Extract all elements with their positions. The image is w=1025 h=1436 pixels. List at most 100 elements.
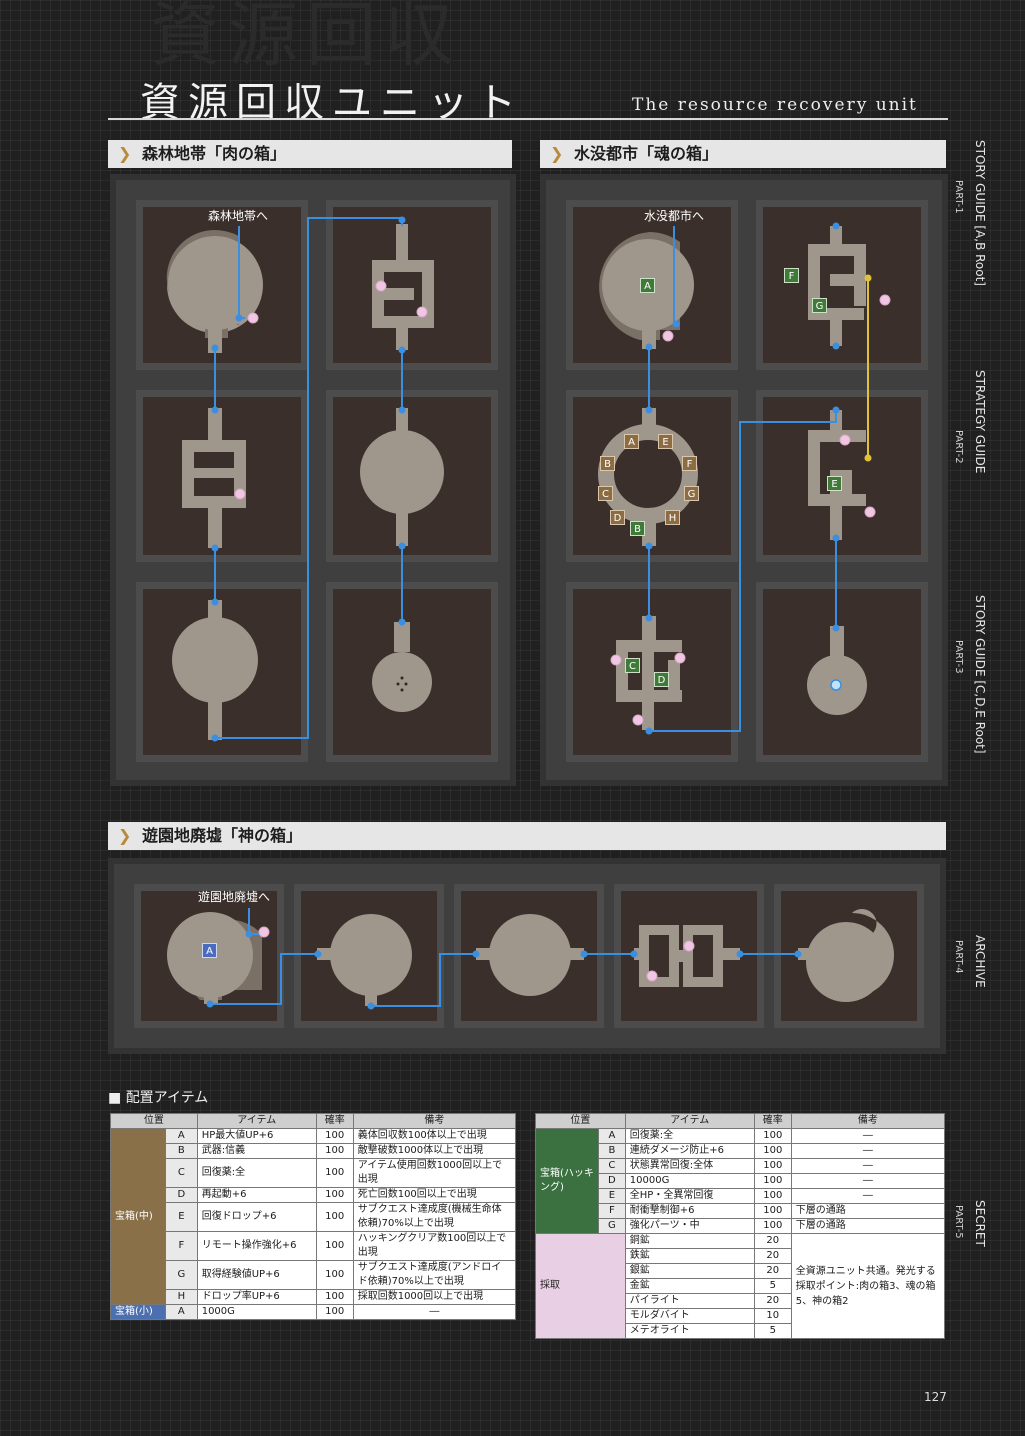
map-room: [136, 200, 308, 370]
table-row: H ドロップ率UP+6 100 採取回数1000回以上で出現: [111, 1290, 516, 1305]
row-item: モルダバイト: [625, 1309, 754, 1324]
side-index-item-1[interactable]: STORY GUIDE [A,B Root]: [973, 140, 987, 286]
chest-marker-f[interactable]: F: [682, 456, 697, 471]
row-item: 連続ダメージ防止+6: [625, 1144, 754, 1159]
side-index-sub-3: PART-3: [953, 640, 964, 674]
forest-entry-label: 森林地帯へ: [208, 207, 268, 224]
section-forest-header: ❯森林地帯「肉の箱」: [108, 140, 512, 168]
map-room: [756, 200, 928, 370]
legend-title: ■ 配置アイテム: [108, 1087, 208, 1107]
map-room: [566, 582, 738, 762]
row-note: ―: [791, 1174, 944, 1189]
map-room: [454, 884, 604, 1028]
row-item: メテオライト: [625, 1324, 754, 1339]
hack-chest-marker-d[interactable]: D: [654, 672, 669, 687]
map-room: [566, 390, 738, 562]
row-rate: 100: [754, 1129, 791, 1144]
side-index-sub-1: PART-1: [953, 180, 964, 214]
chest-marker-c[interactable]: C: [598, 486, 613, 501]
hack-chest-marker-f[interactable]: F: [784, 268, 799, 283]
row-letter: B: [599, 1144, 626, 1159]
col-header-position: 位置: [536, 1114, 626, 1129]
row-item: 金鉱: [625, 1279, 754, 1294]
map-room: [326, 390, 498, 562]
col-header-note: 備考: [791, 1114, 944, 1129]
row-rate: 100: [316, 1232, 353, 1261]
row-note: 死亡回数100回以上で出現: [353, 1188, 515, 1203]
row-rate: 5: [754, 1324, 791, 1339]
page-subtitle: The resource recovery unit: [632, 95, 918, 115]
legend-table-right: 位置 アイテム 確率 備考 宝箱(ハッキング) A 回復薬:全 100 ― B …: [535, 1113, 945, 1339]
chest-marker-g[interactable]: G: [684, 486, 699, 501]
row-letter: F: [599, 1204, 626, 1219]
row-rate: 20: [754, 1294, 791, 1309]
chest-marker-h[interactable]: H: [665, 510, 680, 525]
col-header-item: アイテム: [197, 1114, 316, 1129]
row-note: 下層の通路: [791, 1219, 944, 1234]
col-header-rate: 確率: [754, 1114, 791, 1129]
group-cell: 宝箱(ハッキング): [536, 1129, 599, 1234]
table-row: 宝箱(小) A 1000G 100 ―: [111, 1305, 516, 1320]
row-letter: A: [166, 1305, 198, 1320]
row-item: 銀鉱: [625, 1264, 754, 1279]
row-item: 強化パーツ・中: [625, 1219, 754, 1234]
row-rate: 100: [316, 1290, 353, 1305]
map-room: [774, 884, 924, 1028]
row-letter: D: [599, 1174, 626, 1189]
row-item: 1000G: [197, 1305, 316, 1320]
table-row: B 武器:信義 100 敵撃破数1000体以上で出現: [111, 1144, 516, 1159]
row-item: パイライト: [625, 1294, 754, 1309]
group-cell: 宝箱(小): [111, 1305, 166, 1320]
row-letter: G: [599, 1219, 626, 1234]
side-index-item-4[interactable]: ARCHIVE: [973, 935, 987, 988]
row-letter: A: [166, 1129, 198, 1144]
legend-title-text: 配置アイテム: [126, 1090, 209, 1106]
hack-chest-marker-e[interactable]: E: [827, 476, 842, 491]
hack-chest-marker-a[interactable]: A: [640, 278, 655, 293]
row-item: 回復薬:全: [625, 1129, 754, 1144]
row-rate: 100: [316, 1129, 353, 1144]
row-letter: E: [599, 1189, 626, 1204]
chest-marker-d[interactable]: D: [610, 510, 625, 525]
table-row: D 再起動+6 100 死亡回数100回以上で出現: [111, 1188, 516, 1203]
row-letter: F: [166, 1232, 198, 1261]
col-header-position: 位置: [111, 1114, 198, 1129]
map-room: [136, 582, 308, 762]
hack-chest-marker-g[interactable]: G: [812, 298, 827, 313]
row-rate: 20: [754, 1249, 791, 1264]
hack-chest-marker-b[interactable]: B: [630, 521, 645, 536]
row-rate: 100: [316, 1144, 353, 1159]
side-index-item-3[interactable]: STORY GUIDE [C,D,E Root]: [973, 595, 987, 754]
row-letter: A: [599, 1129, 626, 1144]
row-rate: 10: [754, 1309, 791, 1324]
col-header-note: 備考: [353, 1114, 515, 1129]
section-water-title: 水没都市「魂の箱」: [574, 144, 718, 163]
map-room: [326, 200, 498, 370]
side-index-item-2[interactable]: STRATEGY GUIDE: [973, 370, 987, 473]
row-note: サブクエスト達成度(アンドロイド依頼)70%以上で出現: [353, 1261, 515, 1290]
chest-marker-a[interactable]: A: [624, 434, 639, 449]
chest-marker-b[interactable]: B: [600, 456, 615, 471]
row-rate: 100: [754, 1144, 791, 1159]
row-note: ―: [791, 1159, 944, 1174]
row-letter: E: [166, 1203, 198, 1232]
section-park-header: ❯遊園地廃墟「神の箱」: [108, 822, 946, 850]
side-index-item-5[interactable]: SECRET: [973, 1200, 987, 1247]
row-item: HP最大値UP+6: [197, 1129, 316, 1144]
map-room: [294, 884, 444, 1028]
row-item: 全HP・全異常回復: [625, 1189, 754, 1204]
page-number: 127: [924, 1390, 947, 1404]
chevron-right-icon: ❯: [118, 140, 131, 168]
row-rate: 100: [754, 1159, 791, 1174]
row-rate: 100: [316, 1305, 353, 1320]
map-room: [756, 582, 928, 762]
side-index-sub-4: PART-4: [953, 940, 964, 974]
title-rule: [108, 118, 948, 120]
ghost-title: 資源回収: [150, 0, 462, 70]
small-chest-marker-a[interactable]: A: [202, 943, 217, 958]
row-rate: 100: [316, 1188, 353, 1203]
chest-marker-e[interactable]: E: [658, 434, 673, 449]
row-item: 耐衝撃制御+6: [625, 1204, 754, 1219]
hack-chest-marker-c[interactable]: C: [625, 658, 640, 673]
row-rate: 100: [316, 1203, 353, 1232]
